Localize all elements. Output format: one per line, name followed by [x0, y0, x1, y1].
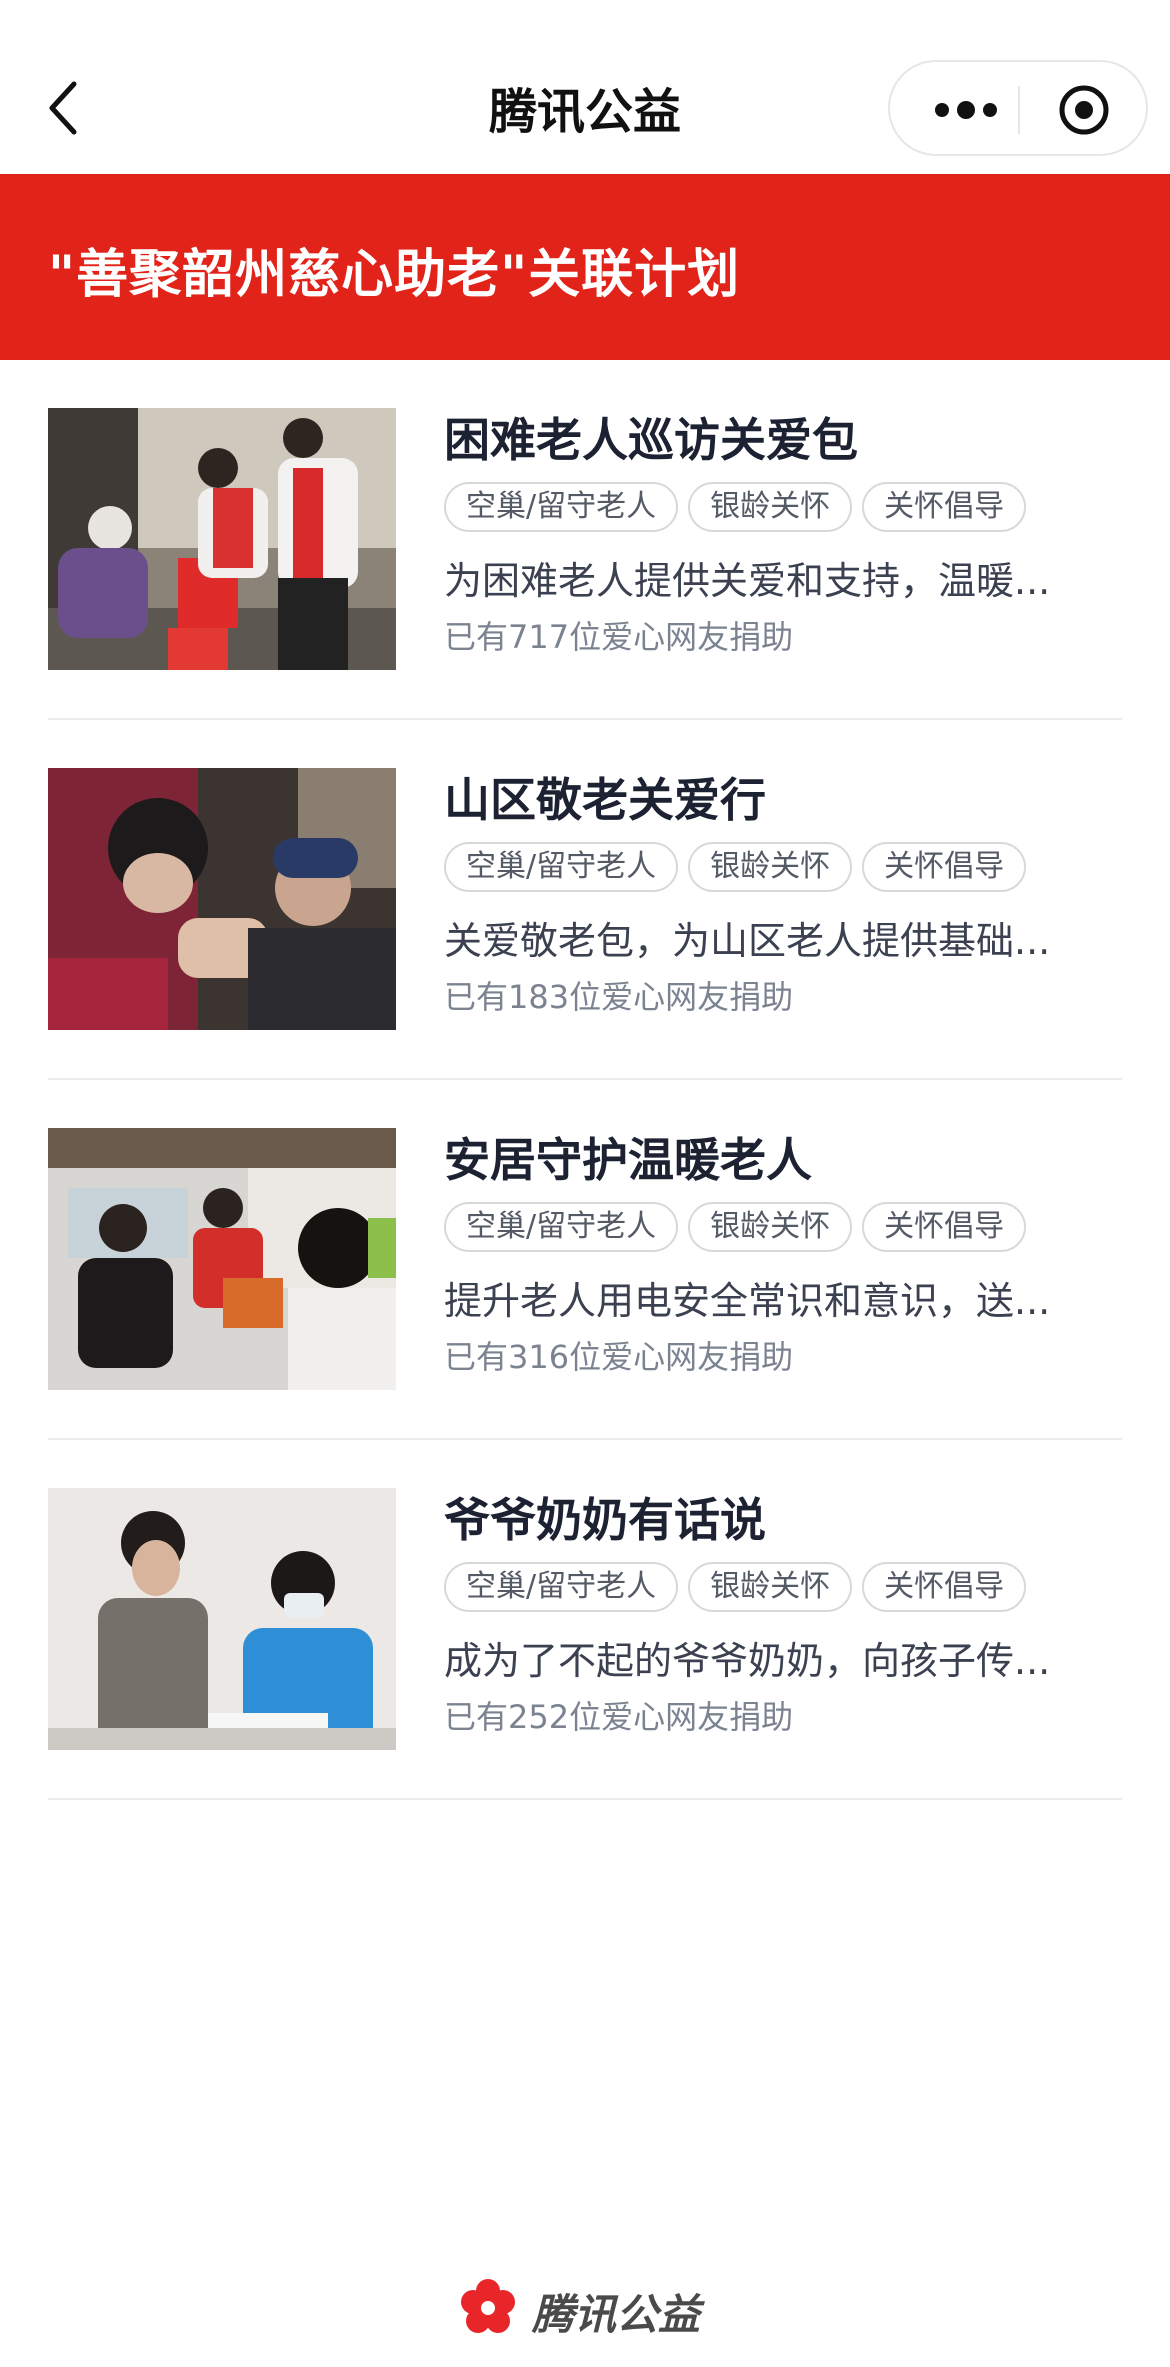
tag: 关怀倡导: [862, 1202, 1027, 1252]
project-photo: [48, 768, 396, 1030]
tag-list: 空巢/留守老人 银龄关怀 关怀倡导: [444, 1202, 1036, 1252]
tag: 银龄关怀: [688, 1562, 853, 1612]
list-divider: [48, 1798, 1122, 1800]
project-photo: [48, 1128, 396, 1390]
project-card[interactable]: 爷爷奶奶有话说 空巢/留守老人 银龄关怀 关怀倡导 成为了不起的爷爷奶奶，向孩子传.…: [0, 1440, 1170, 1800]
capsule-divider: [1018, 86, 1020, 134]
tag: 空巢/留守老人: [444, 842, 679, 892]
donor-count: 已有316位爱心网友捐助: [444, 1338, 794, 1376]
more-options-icon[interactable]: [926, 90, 1006, 130]
tag-list: 空巢/留守老人 银龄关怀 关怀倡导: [444, 1562, 1036, 1612]
donor-count: 已有183位爱心网友捐助: [444, 978, 794, 1016]
project-title: 山区敬老关爱行: [444, 773, 766, 827]
project-card[interactable]: 安居守护温暖老人 空巢/留守老人 银龄关怀 关怀倡导 提升老人用电安全常识和意识，送…: [0, 1080, 1170, 1440]
project-description: 关爱敬老包，为山区老人提供基础...: [444, 919, 1051, 963]
donor-count: 已有717位爱心网友捐助: [444, 618, 794, 656]
tag: 银龄关怀: [688, 842, 853, 892]
project-title: 困难老人巡访关爱包: [444, 413, 858, 467]
tag: 空巢/留守老人: [444, 1202, 679, 1252]
banner-title: "善聚韶州慈心助老"关联计划: [48, 245, 741, 305]
flower-logo-icon: [458, 2277, 518, 2337]
mini-program-capsule: [888, 60, 1148, 156]
project-description: 为困难老人提供关爱和支持，温暖...: [444, 559, 1051, 603]
project-photo: [48, 408, 396, 670]
footer-brand-text: 腾讯公益: [532, 2290, 701, 2339]
project-list: 困难老人巡访关爱包 空巢/留守老人 银龄关怀 关怀倡导 为困难老人提供关爱和支持，温…: [0, 360, 1170, 1800]
tencent-charity-logo: 腾讯公益: [458, 2275, 718, 2339]
tag: 关怀倡导: [862, 1562, 1027, 1612]
project-title: 爷爷奶奶有话说: [444, 1493, 766, 1547]
tag: 银龄关怀: [688, 482, 853, 532]
project-description: 提升老人用电安全常识和意识，送...: [444, 1279, 1051, 1323]
donor-count: 已有252位爱心网友捐助: [444, 1698, 794, 1736]
tag-list: 空巢/留守老人 银龄关怀 关怀倡导: [444, 842, 1036, 892]
tag: 空巢/留守老人: [444, 1562, 679, 1612]
close-mini-program-icon[interactable]: [1058, 84, 1110, 136]
tag-list: 空巢/留守老人 银龄关怀 关怀倡导: [444, 482, 1036, 532]
tag: 空巢/留守老人: [444, 482, 679, 532]
tag: 关怀倡导: [862, 482, 1027, 532]
project-photo: [48, 1488, 396, 1750]
navigation-bar: 腾讯公益: [0, 0, 1170, 174]
project-card[interactable]: 困难老人巡访关爱包 空巢/留守老人 银龄关怀 关怀倡导 为困难老人提供关爱和支持，温…: [0, 360, 1170, 720]
project-card[interactable]: 山区敬老关爱行 空巢/留守老人 银龄关怀 关怀倡导 关爱敬老包，为山区老人提供基础.…: [0, 720, 1170, 1080]
plan-banner: "善聚韶州慈心助老"关联计划: [0, 174, 1170, 360]
project-title: 安居守护温暖老人: [444, 1133, 812, 1187]
project-description: 成为了不起的爷爷奶奶，向孩子传...: [444, 1639, 1051, 1683]
tag: 关怀倡导: [862, 842, 1027, 892]
tag: 银龄关怀: [688, 1202, 853, 1252]
